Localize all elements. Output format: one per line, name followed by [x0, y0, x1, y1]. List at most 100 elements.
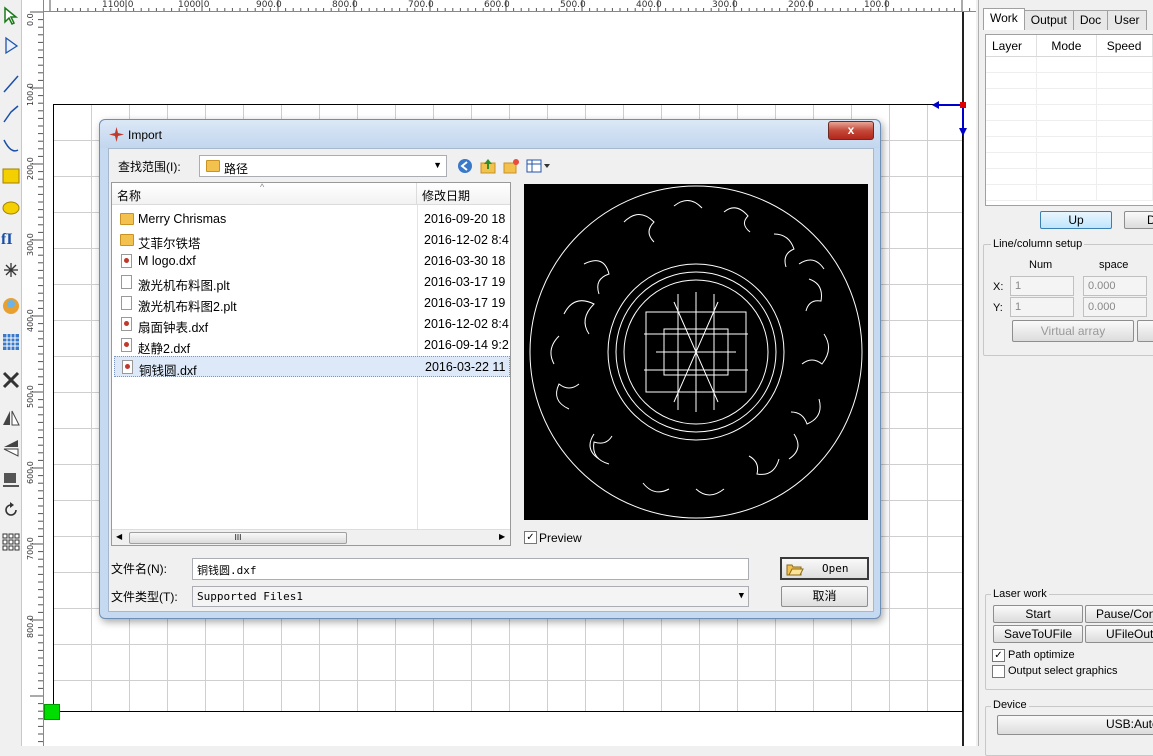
- align-icon[interactable]: [0, 466, 22, 494]
- virtual-array-button[interactable]: Virtual array: [1012, 320, 1134, 342]
- tab-doc[interactable]: Doc: [1072, 10, 1109, 30]
- new-folder-icon[interactable]: [503, 158, 519, 174]
- file-list-item[interactable]: Merry Chrismas 2016-09-20 18: [114, 209, 510, 230]
- rotate-icon[interactable]: [0, 496, 22, 524]
- down-button[interactable]: D: [1124, 211, 1153, 229]
- folder-icon: [120, 234, 134, 246]
- delete-icon[interactable]: [0, 366, 22, 394]
- look-in-value: 路径: [224, 162, 249, 176]
- device-title: Device: [991, 699, 1029, 711]
- speed-column-header[interactable]: Speed: [1097, 35, 1153, 56]
- file-date: 2016-12-02 8:4: [424, 233, 509, 247]
- ellipse-icon[interactable]: [0, 194, 22, 222]
- dialog-body: 查找范围(I): 路径 ▼ 名称 修改日期 ^ Merry Chrismas 2…: [108, 148, 874, 612]
- preview-image: [524, 184, 868, 520]
- look-in-combo[interactable]: 路径 ▼: [199, 155, 447, 177]
- grid-icon[interactable]: [0, 528, 22, 556]
- v-ruler-label: 800.0: [26, 615, 35, 638]
- mode-column-header[interactable]: Mode: [1037, 35, 1097, 56]
- file-list[interactable]: 名称 修改日期 ^ Merry Chrismas 2016-09-20 18 艾…: [111, 182, 511, 546]
- output-select-checkbox[interactable]: [992, 665, 1005, 678]
- laser-work-title: Laser work: [991, 588, 1049, 600]
- pause-continue-button[interactable]: Pause/Conti: [1085, 605, 1153, 623]
- line-icon[interactable]: [0, 70, 22, 98]
- sort-ascending-icon: ^: [260, 182, 265, 192]
- path-optimize-checkbox[interactable]: ✓: [992, 649, 1005, 662]
- dialog-titlebar[interactable]: Import x: [100, 120, 880, 148]
- tab-user[interactable]: User: [1107, 10, 1147, 30]
- polyline-icon[interactable]: [0, 100, 22, 128]
- folder-icon: [206, 160, 220, 172]
- space-header: space: [1099, 259, 1129, 271]
- file-list-item[interactable]: 激光机布料图2.plt 2016-03-17 19: [114, 293, 510, 314]
- save-to-ufile-button[interactable]: SaveToUFile: [993, 625, 1083, 643]
- tab-output[interactable]: Output: [1023, 10, 1074, 30]
- scroll-left-icon[interactable]: ◀: [116, 532, 122, 541]
- plt-file-icon: [121, 275, 132, 289]
- back-icon[interactable]: [457, 158, 473, 174]
- path-optimize-label: Path optimize: [1008, 649, 1075, 661]
- x-space-field[interactable]: 0.000: [1083, 276, 1147, 296]
- y-num-field[interactable]: 1: [1010, 297, 1074, 317]
- file-name: 激光机布料图.plt: [138, 279, 230, 293]
- h-ruler-label: 900.0: [256, 0, 282, 10]
- file-list-item[interactable]: 艾菲尔铁塔 2016-12-02 8:4: [114, 230, 510, 251]
- node-edit-icon[interactable]: [0, 32, 22, 60]
- up-folder-icon[interactable]: [480, 158, 496, 174]
- cancel-button[interactable]: 取消: [781, 586, 868, 607]
- h-ruler-label: 500.0: [560, 0, 586, 10]
- file-list-item[interactable]: M logo.dxf 2016-03-30 18: [114, 251, 510, 272]
- file-list-item[interactable]: 赵静2.dxf 2016-09-14 9:2: [114, 335, 510, 356]
- open-folder-icon: [786, 564, 804, 576]
- open-button[interactable]: Open: [780, 557, 869, 580]
- preview-label: Preview: [539, 531, 582, 545]
- y-label: Y:: [993, 302, 1003, 314]
- x-label: X:: [993, 281, 1004, 293]
- point-icon[interactable]: [0, 256, 22, 284]
- rectangle-icon[interactable]: [0, 162, 22, 190]
- layer-column-header[interactable]: Layer: [986, 35, 1038, 56]
- v-ruler-label: 700.0: [26, 537, 35, 560]
- scroll-right-icon[interactable]: ▶: [499, 532, 505, 541]
- origin-marker[interactable]: [44, 704, 60, 720]
- array-icon[interactable]: [0, 328, 22, 356]
- tab-work[interactable]: Work: [983, 8, 1025, 30]
- x-num-field[interactable]: 1: [1010, 276, 1074, 296]
- plt-file-icon: [121, 296, 132, 310]
- file-list-item[interactable]: 扇面钟表.dxf 2016-12-02 8:4: [114, 314, 510, 335]
- preview-checkbox[interactable]: ✓: [524, 531, 537, 544]
- file-list-item[interactable]: 激光机布料图.plt 2016-03-17 19: [114, 272, 510, 293]
- h-ruler-label: 300.0: [712, 0, 738, 10]
- filename-input[interactable]: 铜钱圆.dxf: [192, 558, 749, 580]
- dxf-file-icon: [121, 254, 132, 268]
- y-space-field[interactable]: 0.000: [1083, 297, 1147, 317]
- filetype-select[interactable]: Supported Files1 ▼: [192, 586, 749, 607]
- app-logo-icon: [109, 127, 124, 142]
- curve-icon[interactable]: [0, 132, 22, 160]
- mirror-vertical-icon[interactable]: [0, 434, 22, 462]
- device-select[interactable]: USB:Auto: [997, 715, 1153, 735]
- text-icon[interactable]: fI: [0, 224, 22, 252]
- view-menu-icon[interactable]: [526, 158, 552, 174]
- file-date: 2016-03-30 18: [424, 254, 506, 268]
- close-button[interactable]: x: [828, 121, 874, 140]
- name-column-header[interactable]: 名称: [112, 183, 417, 205]
- layer-table[interactable]: Layer Mode Speed: [985, 34, 1153, 206]
- file-list-item-selected[interactable]: 铜钱圆.dxf 2016-03-22 11: [114, 356, 510, 378]
- start-button[interactable]: Start: [993, 605, 1083, 623]
- mirror-horizontal-icon[interactable]: [0, 404, 22, 432]
- file-name: 扇面钟表.dxf: [138, 321, 209, 335]
- date-column-header[interactable]: 修改日期: [417, 183, 510, 205]
- chevron-down-icon: ▼: [433, 160, 442, 170]
- up-button[interactable]: Up: [1040, 211, 1112, 229]
- select-arrow-icon[interactable]: [0, 2, 22, 30]
- dxf-file-icon: [121, 317, 132, 331]
- scroll-thumb[interactable]: III: [129, 532, 347, 544]
- file-name: M logo.dxf: [138, 254, 196, 268]
- array-extra-button[interactable]: [1137, 320, 1153, 342]
- horizontal-scrollbar[interactable]: ◀ III ▶: [112, 529, 510, 545]
- ufile-output-button[interactable]: UFileOutpu: [1085, 625, 1153, 643]
- bitmap-icon[interactable]: [0, 292, 22, 320]
- v-ruler-label: 200.0: [26, 157, 35, 180]
- file-name: 艾菲尔铁塔: [138, 237, 201, 251]
